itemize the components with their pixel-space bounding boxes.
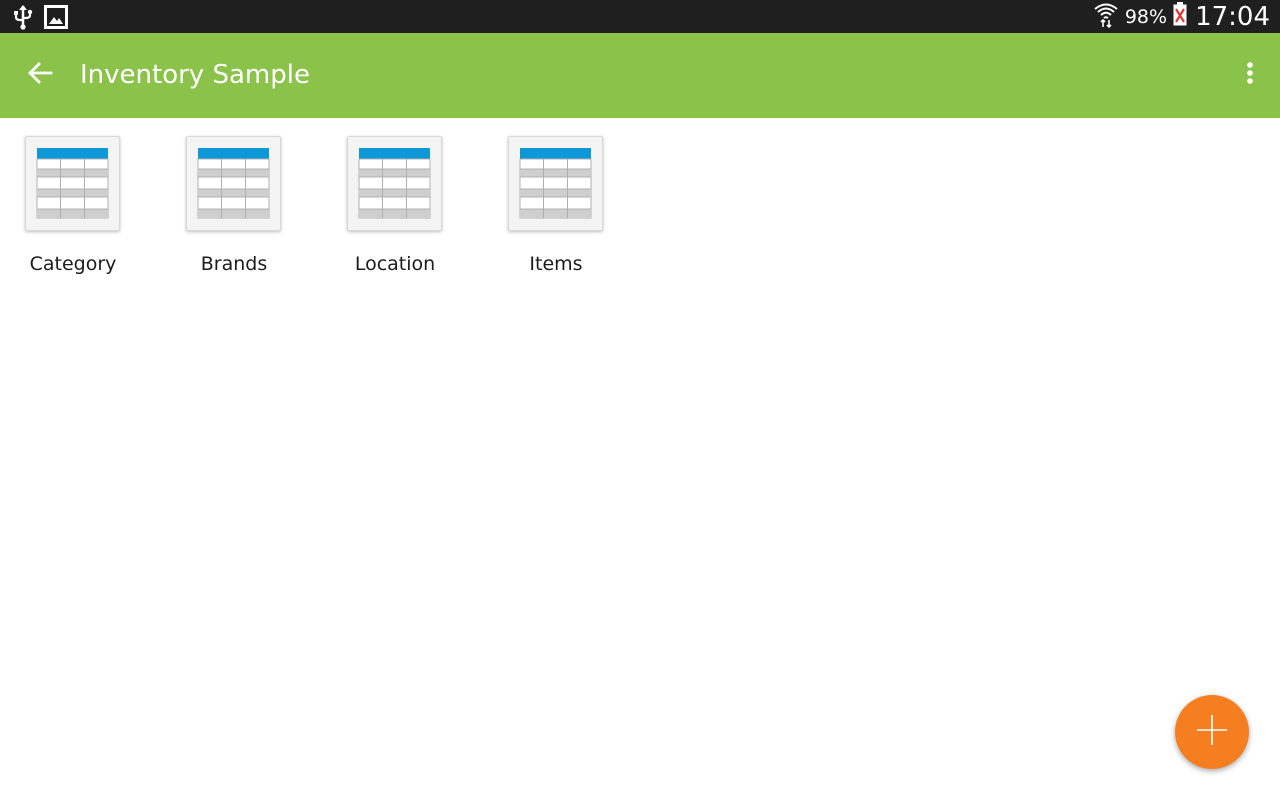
overflow-menu-button[interactable] xyxy=(1238,55,1262,95)
table-label: Location xyxy=(354,253,436,275)
table-icon xyxy=(508,136,603,231)
wifi-icon xyxy=(1093,0,1119,33)
status-bar: 98% 17:04 xyxy=(0,0,1280,33)
table-label: Category xyxy=(29,253,117,275)
back-button[interactable] xyxy=(20,55,60,95)
table-tile-items[interactable]: Items xyxy=(483,118,644,278)
table-tile-brands[interactable]: Brands xyxy=(161,118,322,278)
arrow-back-icon xyxy=(27,61,53,90)
table-tile-location[interactable]: Location xyxy=(322,118,483,278)
image-icon xyxy=(44,5,68,34)
table-icon xyxy=(347,136,442,231)
more-vert-icon xyxy=(1246,61,1254,90)
add-button[interactable] xyxy=(1175,695,1249,769)
clock: 17:04 xyxy=(1195,1,1270,32)
table-label: Items xyxy=(529,253,583,275)
usb-icon xyxy=(12,4,34,35)
table-label: Brands xyxy=(200,253,268,275)
battery-percent: 98% xyxy=(1124,5,1168,28)
page-title: Inventory Sample xyxy=(80,60,310,90)
app-bar: Inventory Sample xyxy=(0,33,1280,118)
plus-icon xyxy=(1195,713,1229,752)
status-left-icons xyxy=(12,4,68,35)
status-right: 98% 17:04 xyxy=(1093,0,1270,33)
table-icon xyxy=(25,136,120,231)
table-tile-category[interactable]: Category xyxy=(0,118,161,278)
table-icon xyxy=(186,136,281,231)
battery-icon xyxy=(1173,2,1187,31)
